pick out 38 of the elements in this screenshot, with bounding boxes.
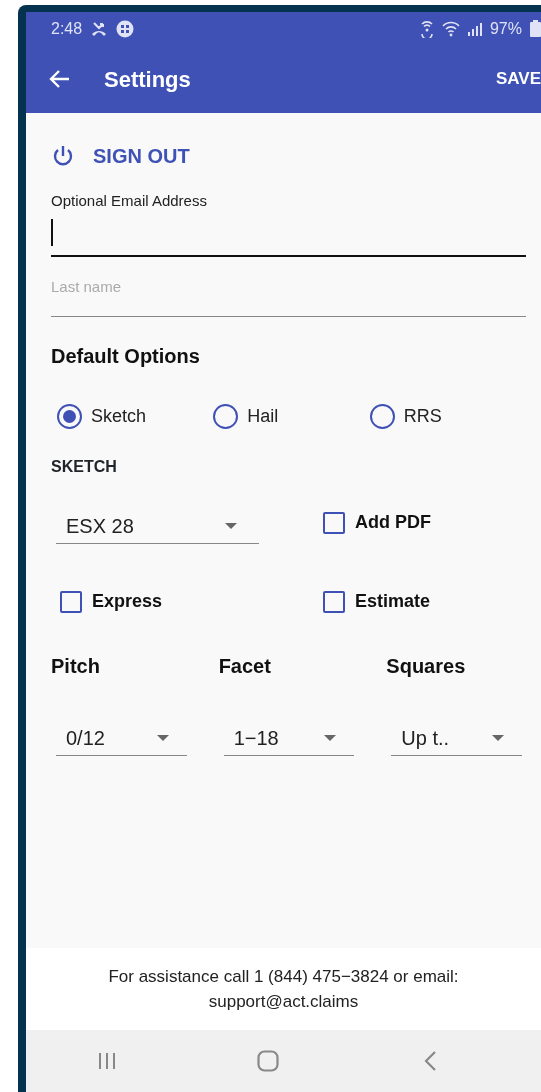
checkbox[interactable]: Express xyxy=(60,588,163,615)
home-icon[interactable] xyxy=(257,1050,280,1072)
email-field[interactable] xyxy=(51,219,526,257)
dropdown[interactable]: 1−18 xyxy=(223,723,355,756)
radio-option[interactable]: Hail xyxy=(213,403,279,430)
screen-title: Settings xyxy=(104,65,191,94)
section-title: Default Options xyxy=(51,344,200,369)
sign-out-button[interactable]: SIGN OUT xyxy=(51,141,190,171)
back-icon[interactable] xyxy=(424,1051,437,1071)
power-icon xyxy=(51,144,75,168)
dropdown[interactable]: 0/12 xyxy=(56,723,187,756)
hotspot-icon xyxy=(419,19,434,38)
dropdown-caret-icon xyxy=(492,735,504,741)
save-button[interactable]: SAVE xyxy=(495,66,541,92)
selector-label: Squares xyxy=(386,655,466,677)
dropdown[interactable]: ESX 28 xyxy=(56,510,259,544)
dropdown[interactable]: Up t.. xyxy=(391,723,522,756)
checkbox[interactable]: Estimate xyxy=(323,588,431,615)
dropdown-caret-icon xyxy=(225,522,237,529)
battery-percent: 97% xyxy=(489,18,522,39)
last-name-field[interactable]: Last name xyxy=(51,257,526,317)
selector-label: Facet xyxy=(218,655,271,677)
app-icon xyxy=(116,19,135,38)
radio-option[interactable]: RRS xyxy=(369,403,442,430)
back-arrow-icon[interactable] xyxy=(48,69,70,89)
field-label: Optional Email Address xyxy=(51,191,207,211)
signal-icon xyxy=(467,21,482,36)
status-time: 2:48 xyxy=(51,18,83,39)
recent-apps-icon[interactable] xyxy=(97,1052,116,1070)
radio-option[interactable]: Sketch xyxy=(57,403,147,430)
dropdown-caret-icon xyxy=(156,735,169,741)
battery-icon xyxy=(530,20,541,37)
selector-label: Pitch xyxy=(51,655,100,677)
checkbox[interactable]: Add PDF xyxy=(323,509,431,536)
dropdown-caret-icon xyxy=(324,735,337,741)
wifi-icon xyxy=(441,20,460,37)
section-heading: SKETCH xyxy=(51,457,117,477)
assistance-text: For assistance call 1 (844) 475−3824 or email: support@act.claims xyxy=(107,965,460,1013)
